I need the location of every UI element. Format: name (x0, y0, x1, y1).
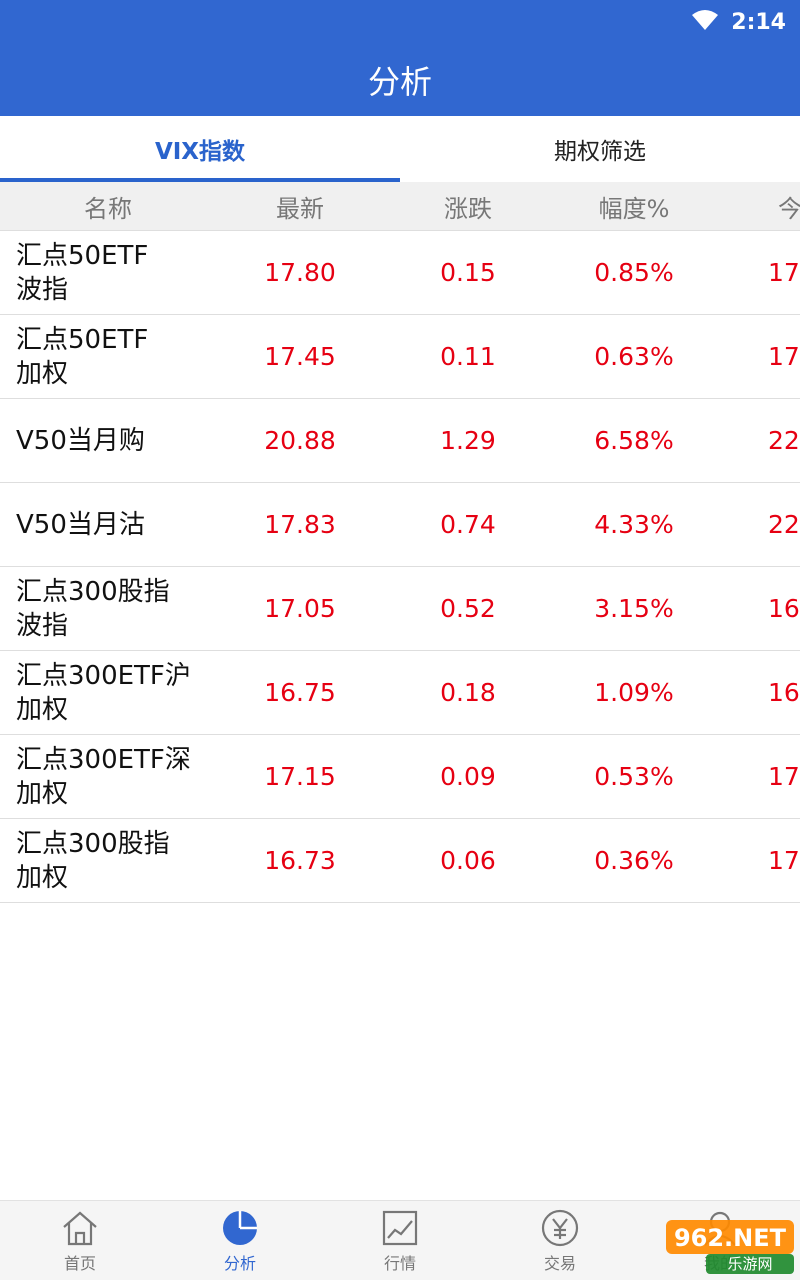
nav-analysis-label: 分析 (223, 1254, 256, 1273)
svg-text:962.NET: 962.NET (674, 1224, 787, 1252)
row-latest: 17.80 (264, 258, 336, 287)
row-name: V50当月沽 (16, 509, 145, 540)
row-change: 0.09 (440, 762, 496, 791)
svg-text:乐游网: 乐游网 (727, 1255, 772, 1273)
nav-home-label: 首页 (63, 1254, 96, 1273)
table-row[interactable]: 汇点300股指 加权 16.73 0.06 0.36% 17 (0, 819, 800, 903)
row-change-pct: 6.58% (594, 426, 674, 455)
row-latest: 20.88 (264, 426, 336, 455)
page-title: 分析 (367, 63, 432, 101)
row-today: 17 (768, 762, 800, 791)
status-bar-right: 2:14 (691, 6, 786, 38)
table-row[interactable]: 汇点300ETF沪 加权 16.75 0.18 1.09% 16 (0, 651, 800, 735)
nav-trade[interactable]: 交易 (480, 1201, 640, 1280)
row-latest: 16.75 (264, 678, 336, 707)
row-today: 16 (768, 678, 800, 707)
table-header: 名称 最新 涨跌 幅度% 今 (0, 182, 800, 231)
app-bar: 分析 (0, 44, 800, 116)
table-row[interactable]: V50当月沽 17.83 0.74 4.33% 22 (0, 483, 800, 567)
nav-market-label: 行情 (383, 1254, 416, 1273)
row-change: 0.18 (440, 678, 496, 707)
header-change[interactable]: 涨跌 (388, 182, 548, 230)
status-bar: 2:14 (0, 0, 800, 44)
tab-option-filter[interactable]: 期权筛选 (400, 116, 800, 182)
nav-home[interactable]: 首页 (0, 1201, 160, 1280)
row-change-pct: 1.09% (594, 678, 674, 707)
row-change: 0.06 (440, 846, 496, 875)
nav-market[interactable]: 行情 (320, 1201, 480, 1280)
quote-list: 汇点50ETF 波指 17.80 0.15 0.85% 17 汇点50ETF 加权 17.45 0… (0, 231, 800, 903)
row-name: 汇点50ETF 波指 (16, 240, 149, 305)
row-name: 汇点300ETF沪 加权 (16, 660, 191, 725)
row-change-pct: 0.36% (594, 846, 674, 875)
row-name: V50当月购 (16, 425, 145, 456)
row-latest: 17.15 (264, 762, 336, 791)
home-icon (60, 1208, 100, 1248)
row-name: 汇点300股指 波指 (16, 576, 170, 641)
row-change: 0.15 (440, 258, 496, 287)
table-row[interactable]: 汇点50ETF 波指 17.80 0.15 0.85% 17 (0, 231, 800, 315)
yen-icon (540, 1208, 580, 1248)
row-today: 22 (768, 426, 800, 455)
row-change-pct: 0.53% (594, 762, 674, 791)
header-name[interactable]: 名称 (16, 182, 200, 230)
row-name: 汇点50ETF 加权 (16, 324, 149, 389)
table-row[interactable]: 汇点50ETF 加权 17.45 0.11 0.63% 17 (0, 315, 800, 399)
table-row[interactable]: V50当月购 20.88 1.29 6.58% 22 (0, 399, 800, 483)
row-latest: 17.83 (264, 510, 336, 539)
wifi-icon (691, 9, 719, 35)
row-change: 0.52 (440, 594, 496, 623)
row-change: 0.11 (440, 342, 496, 371)
row-change-pct: 0.85% (594, 258, 674, 287)
nav-trade-label: 交易 (543, 1254, 576, 1273)
row-today: 17 (768, 846, 800, 875)
status-time: 2:14 (731, 9, 786, 35)
pie-chart-icon (220, 1208, 260, 1248)
row-name: 汇点300ETF深 加权 (16, 744, 191, 809)
row-latest: 17.05 (264, 594, 336, 623)
row-change-pct: 0.63% (594, 342, 674, 371)
tab-vix-index[interactable]: VIX指数 (0, 116, 400, 182)
header-today[interactable]: 今 (778, 182, 800, 230)
row-change: 1.29 (440, 426, 496, 455)
row-latest: 17.45 (264, 342, 336, 371)
nav-analysis[interactable]: 分析 (160, 1201, 320, 1280)
header-latest[interactable]: 最新 (220, 182, 380, 230)
watermark-logo: 962.NET 乐游网 (666, 1218, 794, 1274)
row-change-pct: 3.15% (594, 594, 674, 623)
row-today: 17 (768, 258, 800, 287)
row-change: 0.74 (440, 510, 496, 539)
row-change-pct: 4.33% (594, 510, 674, 539)
row-today: 16 (768, 594, 800, 623)
row-today: 17 (768, 342, 800, 371)
table-row[interactable]: 汇点300ETF深 加权 17.15 0.09 0.53% 17 (0, 735, 800, 819)
row-name: 汇点300股指 加权 (16, 828, 170, 893)
row-today: 22 (768, 510, 800, 539)
table-row[interactable]: 汇点300股指 波指 17.05 0.52 3.15% 16 (0, 567, 800, 651)
header-change-pct[interactable]: 幅度% (554, 182, 714, 230)
line-chart-icon (380, 1208, 420, 1248)
tab-bar: VIX指数 期权筛选 (0, 116, 800, 182)
row-latest: 16.73 (264, 846, 336, 875)
